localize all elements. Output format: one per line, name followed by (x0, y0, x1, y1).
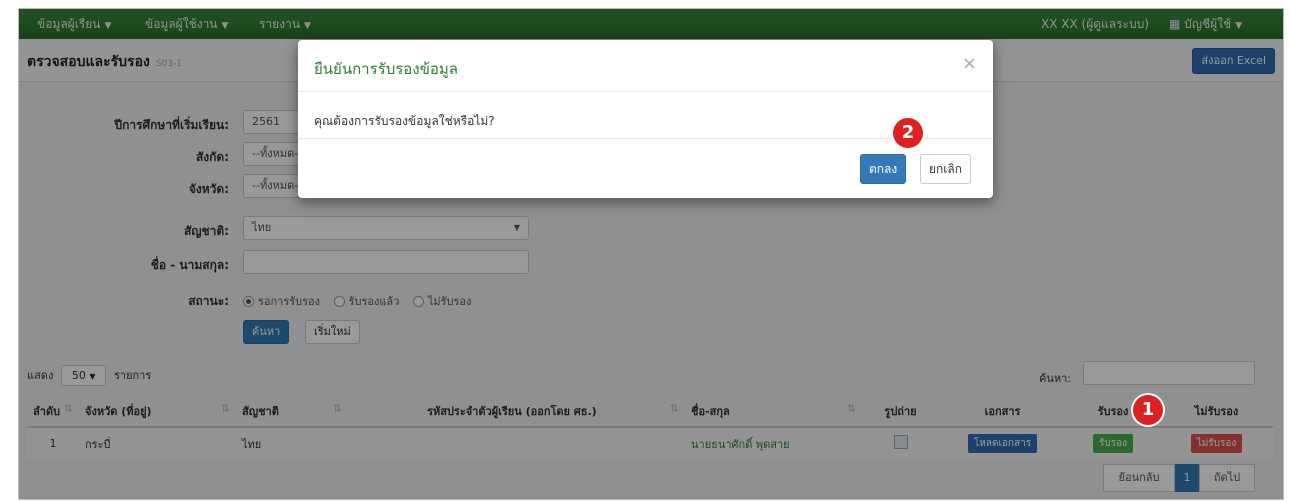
cancel-button[interactable]: ยกเลิก (920, 154, 972, 184)
dialog-message: คุณต้องการรับรองข้อมูลใช่หรือไม่? (314, 114, 495, 128)
dialog-header-divider (298, 91, 993, 92)
dialog-footer-divider (298, 138, 993, 139)
close-icon[interactable]: × (962, 53, 977, 74)
callout-step-1: 1 (1133, 395, 1163, 425)
ok-button[interactable]: ตกลง (860, 154, 907, 184)
callout-step-2: 2 (893, 118, 923, 148)
dialog-title: ยืนยันการรับรองข้อมูล (314, 60, 458, 78)
confirm-dialog: ยืนยันการรับรองข้อมูล × คุณต้องการรับรอง… (298, 40, 993, 198)
